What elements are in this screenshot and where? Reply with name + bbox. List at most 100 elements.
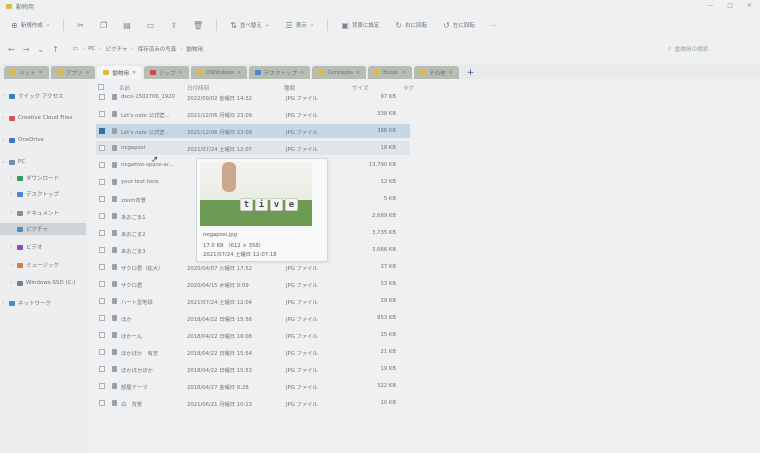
table-row[interactable]: 白 背景 2021/06/21 月曜日 10:13 JPG ファイル 10 KB [96,396,410,410]
sidebar-item-desktop[interactable]: › デスクトップ [0,188,86,200]
table-row[interactable]: ハート型地球 2021/07/24 土曜日 12:04 JPG ファイル 29 KB [96,294,410,308]
search-input[interactable]: ⌕ 動物用の検索 [662,43,750,55]
sidebar-item-network[interactable]: › ネットワーク [0,297,86,309]
tab-concepts[interactable]: Concepts ✕ [312,66,367,79]
row-checkbox[interactable] [99,332,105,338]
table-row[interactable]: ほかほか 有吉 2018/04/22 日曜日 15:54 JPG ファイル 21 KB [96,345,410,359]
tab-animal[interactable]: 動物用 ✕ [97,66,143,79]
row-checkbox[interactable] [99,162,105,168]
close-tab-icon[interactable]: ✕ [179,70,183,76]
table-row[interactable]: ザクロ君（拡大） 2020/04/07 火曜日 17:52 JPG ファイル 37 K… [96,260,410,274]
chevron-right-icon[interactable]: › [0,137,6,143]
chevron-right-icon[interactable]: › [8,244,14,250]
row-checkbox[interactable] [99,281,105,287]
row-checkbox[interactable] [99,349,105,355]
chevron-right-icon[interactable]: › [8,210,14,216]
tab-app[interactable]: アプリ ✕ [50,66,96,79]
breadcrumb-pictures[interactable]: ピクチャ [106,45,128,53]
more-button[interactable]: ... [488,18,499,32]
row-checkbox[interactable] [99,383,105,389]
new-tab-icon[interactable]: + [467,68,475,79]
view-button[interactable]: ☰ 表示 ⌄ [283,18,318,32]
copy-button[interactable]: ❐ [97,18,110,32]
sidebar-item-pc[interactable]: ⌄ PC [0,156,86,168]
row-checkbox[interactable] [99,230,105,236]
sidebar-item-pictures[interactable]: › ピクチャ [0,223,86,235]
close-tab-icon[interactable]: ✕ [449,70,453,76]
close-icon[interactable]: ✕ [747,2,752,9]
breadcrumb-current[interactable]: 動物用 [186,45,203,53]
maximize-icon[interactable]: □ [727,2,733,9]
row-checkbox[interactable] [99,400,105,406]
tab-excel[interactable]: Excel ✕ [368,66,413,79]
set-wallpaper-button[interactable]: ▣ 背景に設定 [338,18,382,32]
share-button[interactable]: ⇪ [167,18,180,32]
chevron-right-icon[interactable]: › [8,226,14,232]
sidebar-item-c-drive[interactable]: › Windows-SSD (C:) [0,277,86,289]
chevron-down-icon[interactable]: ⌄ [0,159,6,165]
row-checkbox[interactable] [99,264,105,270]
row-checkbox[interactable] [99,145,105,151]
back-icon[interactable]: ← [8,45,15,54]
table-row[interactable]: ほか 2018/04/22 日曜日 15:56 JPG ファイル 853 KB [96,311,410,325]
breadcrumb[interactable]: ▭ › PC › ピクチャ › 保存済みの写真 › 動物用 [73,45,203,53]
table-row[interactable]: Let's note 公式壁... 2021/12/06 月曜日 23:09 JPG… [96,107,410,121]
minimize-icon[interactable]: — [707,2,713,9]
table-row[interactable]: ほかーん 2018/04/22 日曜日 16:08 JPG ファイル 15 KB [96,328,410,342]
close-tab-icon[interactable]: ✕ [237,70,241,76]
paste-button[interactable]: ▤ [120,18,134,32]
cut-button[interactable]: ✂ [74,18,87,32]
row-checkbox[interactable] [99,213,105,219]
sidebar-item-onedrive[interactable]: › OneDrive [0,134,86,146]
close-tab-icon[interactable]: ✕ [132,70,136,76]
table-row[interactable]: ほかほかほか 2018/04/22 日曜日 15:53 JPG ファイル 19 KB [96,362,410,376]
chevron-down-icon[interactable]: ⌄ [37,45,44,54]
sidebar-item-quick-access[interactable]: › クイック アクセス [0,90,86,102]
up-icon[interactable]: ↑ [52,45,59,54]
close-tab-icon[interactable]: ✕ [39,70,43,76]
forward-icon[interactable]: → [23,45,30,54]
close-tab-icon[interactable]: ✕ [300,70,304,76]
breadcrumb-pc[interactable]: PC [88,46,95,52]
row-checkbox[interactable] [99,179,105,185]
sidebar-item-videos[interactable]: › ビデオ [0,241,86,253]
rotate-left-button[interactable]: ↺ 左に回転 [440,18,478,32]
breadcrumb-saved-pictures[interactable]: 保存済みの写真 [138,45,177,53]
tab-zip[interactable]: ジップ ✕ [144,66,189,79]
sidebar-item-music[interactable]: › ミュージック [0,259,86,271]
sidebar-item-creative-cloud[interactable]: › Creative Cloud Files [0,112,86,124]
delete-button[interactable]: 🗑 [190,18,206,32]
table-row[interactable]: dsce-1502706_1920 2022/09/02 金曜日 14:32 JPG… [96,90,410,104]
sidebar-item-documents[interactable]: › ドキュメント [0,207,86,219]
chevron-right-icon[interactable]: › [0,115,6,121]
chevron-right-icon[interactable]: › [0,93,6,99]
row-checkbox[interactable] [99,315,105,321]
chevron-right-icon[interactable]: › [8,262,14,268]
tab-dwvideos[interactable]: DWVideos ✕ [190,66,248,79]
new-button[interactable]: ⊕ 新規作成 ⌄ [8,18,53,32]
close-tab-icon[interactable]: ✕ [356,70,360,76]
chevron-right-icon[interactable]: › [8,280,14,286]
sort-button[interactable]: ⇅ 並べ替え ⌄ [227,18,272,32]
tab-pet[interactable]: ペット ✕ [4,66,49,79]
chevron-right-icon[interactable]: › [8,175,14,181]
row-checkbox[interactable] [99,111,105,117]
close-tab-icon[interactable]: ✕ [402,70,406,76]
row-checkbox[interactable] [99,298,105,304]
tab-other[interactable]: その他 ✕ [414,66,459,79]
chevron-right-icon[interactable]: › [8,191,14,197]
row-checkbox[interactable] [99,94,105,100]
table-row[interactable]: negaposi 2021/07/24 土曜日 12:07 JPG ファイル 18 K… [96,141,410,155]
row-checkbox[interactable] [99,366,105,372]
row-checkbox[interactable] [99,196,105,202]
rotate-right-button[interactable]: ↻ 右に回転 [392,18,430,32]
row-checkbox[interactable] [99,128,105,134]
tab-desktop[interactable]: デスクトップ ✕ [249,66,311,79]
sidebar-item-downloads[interactable]: › ダウンロード [0,172,86,184]
row-checkbox[interactable] [99,247,105,253]
rename-button[interactable]: ▭ [144,18,158,32]
table-row[interactable]: ザクロ君 2020/04/15 水曜日 0:09 JPG ファイル 53 KB [96,277,410,291]
chevron-right-icon[interactable]: › [0,300,6,306]
table-row[interactable]: Let's note 公式壁... 2021/12/06 月曜日 23:09 JPG… [96,124,410,138]
table-row[interactable]: 部屋テーマ 2018/04/27 金曜日 0:28 JPG ファイル 322 KB [96,379,410,393]
